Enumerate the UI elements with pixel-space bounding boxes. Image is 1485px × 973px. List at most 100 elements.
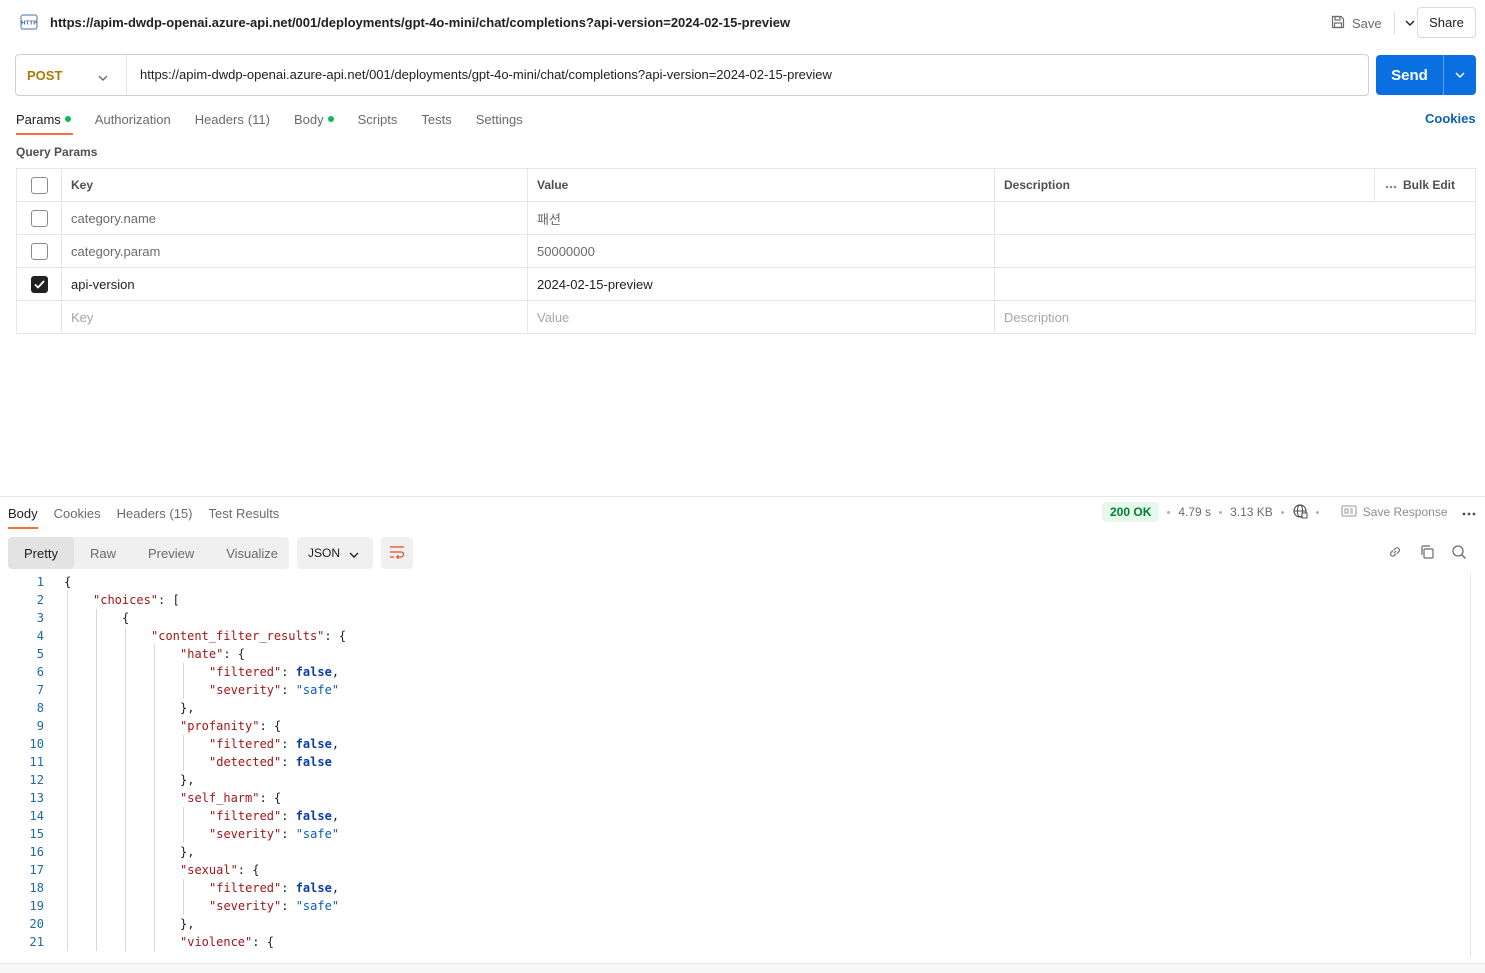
response-time[interactable]: 4.79 s bbox=[1178, 505, 1211, 519]
more-icon[interactable] bbox=[1462, 505, 1476, 519]
headers-count: (11) bbox=[247, 111, 270, 127]
method-select[interactable]: POST bbox=[16, 55, 127, 95]
view-visualize[interactable]: Visualize bbox=[210, 537, 294, 569]
checkbox-cell bbox=[17, 169, 62, 201]
tab-headers[interactable]: Headers (11) bbox=[195, 108, 270, 130]
share-button[interactable]: Share bbox=[1417, 7, 1476, 38]
save-button[interactable]: Save bbox=[1326, 9, 1386, 37]
save-response-label: Save Response bbox=[1362, 505, 1448, 519]
line-number: 10 bbox=[29, 737, 44, 751]
tab-response-headers[interactable]: Headers (15) bbox=[117, 506, 193, 521]
line-number: 2 bbox=[36, 593, 44, 607]
view-raw[interactable]: Raw bbox=[74, 537, 132, 569]
url-input[interactable]: https://apim-dwdp-openai.azure-api.net/0… bbox=[140, 67, 832, 82]
select-all-checkbox[interactable] bbox=[30, 176, 48, 194]
checkbox-cell bbox=[17, 268, 62, 300]
code-text: "sexual": { bbox=[180, 863, 260, 877]
format-label: JSON bbox=[308, 546, 341, 560]
code-line: 16}, bbox=[0, 843, 1470, 861]
new-value-input[interactable]: Value bbox=[528, 301, 995, 333]
wrap-lines-icon bbox=[389, 545, 405, 562]
format-select[interactable]: JSON bbox=[297, 537, 373, 569]
indent-guide bbox=[183, 879, 184, 915]
wrap-lines-button[interactable] bbox=[381, 537, 413, 569]
param-key[interactable]: category.name bbox=[62, 202, 528, 234]
scrollbar[interactable] bbox=[1470, 573, 1471, 957]
table-row: category.name 패션 bbox=[17, 202, 1475, 235]
param-key[interactable]: category.param bbox=[62, 235, 528, 267]
network-globe-icon[interactable] bbox=[1292, 503, 1308, 522]
code-line: 4 "content_filter_results": { bbox=[0, 627, 1470, 645]
tab-response-cookies[interactable]: Cookies bbox=[54, 506, 101, 521]
headers-count: (15) bbox=[169, 505, 193, 521]
tab-label: Scripts bbox=[357, 111, 398, 127]
code-line: 8}, bbox=[0, 699, 1470, 717]
line-number: 18 bbox=[29, 881, 44, 895]
line-number: 1 bbox=[36, 575, 44, 589]
tab-body[interactable]: Body bbox=[294, 108, 334, 130]
code-line: 7 "severity": "safe" bbox=[0, 681, 1470, 699]
indent-guide bbox=[96, 609, 97, 951]
tab-authorization[interactable]: Authorization bbox=[95, 108, 171, 130]
view-pretty[interactable]: Pretty bbox=[8, 537, 74, 569]
response-tabs: Body Cookies Headers (15) Test Results bbox=[8, 503, 295, 529]
row-checkbox[interactable] bbox=[30, 209, 48, 227]
bulk-edit-button[interactable]: Bulk Edit bbox=[1375, 169, 1476, 201]
row-checkbox[interactable] bbox=[30, 242, 48, 260]
code-line: 15 "severity": "safe" bbox=[0, 825, 1470, 843]
line-number: 16 bbox=[29, 845, 44, 859]
response-size[interactable]: 3.13 KB bbox=[1230, 505, 1273, 519]
table-row-new: Key Value Description bbox=[17, 301, 1475, 333]
tab-scripts[interactable]: Scripts bbox=[358, 108, 398, 130]
code-text: "filtered": false, bbox=[209, 737, 340, 751]
tab-params[interactable]: Params bbox=[16, 108, 73, 135]
tab-settings[interactable]: Settings bbox=[476, 108, 523, 130]
new-description-input[interactable]: Description bbox=[995, 301, 1476, 333]
request-title[interactable]: https://apim-dwdp-openai.azure-api.net/0… bbox=[50, 15, 790, 30]
pane-divider[interactable] bbox=[0, 496, 1485, 497]
line-number: 3 bbox=[36, 611, 44, 625]
save-response-button[interactable]: Save Response bbox=[1341, 504, 1448, 520]
param-description[interactable] bbox=[995, 235, 1476, 267]
status-badge[interactable]: 200 OK bbox=[1102, 502, 1160, 522]
checkbox-cell bbox=[17, 301, 62, 333]
code-text: "profanity": { bbox=[180, 719, 282, 733]
param-description[interactable] bbox=[995, 268, 1476, 300]
link-icon[interactable] bbox=[1386, 543, 1404, 561]
tab-test-results[interactable]: Test Results bbox=[209, 506, 280, 521]
chevron-down-icon bbox=[98, 69, 108, 84]
indent-guide bbox=[67, 591, 68, 951]
checkbox-cell bbox=[17, 202, 62, 234]
tab-tests[interactable]: Tests bbox=[421, 108, 451, 130]
method-label: POST bbox=[27, 67, 63, 83]
search-icon[interactable] bbox=[1450, 543, 1468, 561]
line-number: 20 bbox=[29, 917, 44, 931]
code-text: { bbox=[122, 611, 130, 625]
code-text: "detected": false bbox=[209, 755, 332, 769]
divider bbox=[1393, 12, 1395, 34]
param-value[interactable]: 2024-02-15-preview bbox=[528, 268, 995, 300]
send-button[interactable]: Send bbox=[1376, 55, 1476, 95]
save-response-icon bbox=[1341, 504, 1357, 520]
chevron-down-icon[interactable] bbox=[1401, 9, 1419, 37]
param-key[interactable]: api-version bbox=[62, 268, 528, 300]
http-request-icon: HTTP bbox=[20, 14, 38, 30]
param-value[interactable]: 50000000 bbox=[528, 235, 995, 267]
line-number: 19 bbox=[29, 899, 44, 913]
new-key-input[interactable]: Key bbox=[62, 301, 528, 333]
cookies-link[interactable]: Cookies bbox=[1425, 111, 1476, 126]
param-description[interactable] bbox=[995, 202, 1476, 234]
row-checkbox[interactable] bbox=[30, 275, 48, 293]
tab-response-body[interactable]: Body bbox=[8, 506, 38, 529]
param-value[interactable]: 패션 bbox=[528, 202, 995, 234]
status-bar bbox=[0, 963, 1485, 973]
code-text: "severity": "safe" bbox=[209, 683, 340, 697]
view-preview[interactable]: Preview bbox=[132, 537, 210, 569]
chevron-down-icon bbox=[349, 547, 359, 561]
code-line: 5 "hate": { bbox=[0, 645, 1470, 663]
response-body-code[interactable]: 1{2 "choices": [3{4 "content_filter_result… bbox=[0, 573, 1470, 957]
copy-icon[interactable] bbox=[1418, 543, 1436, 561]
chevron-down-icon[interactable] bbox=[1444, 55, 1476, 95]
request-bar: POST https://apim-dwdp-openai.azure-api.… bbox=[15, 54, 1369, 96]
code-line: 13 "self_harm": { bbox=[0, 789, 1470, 807]
